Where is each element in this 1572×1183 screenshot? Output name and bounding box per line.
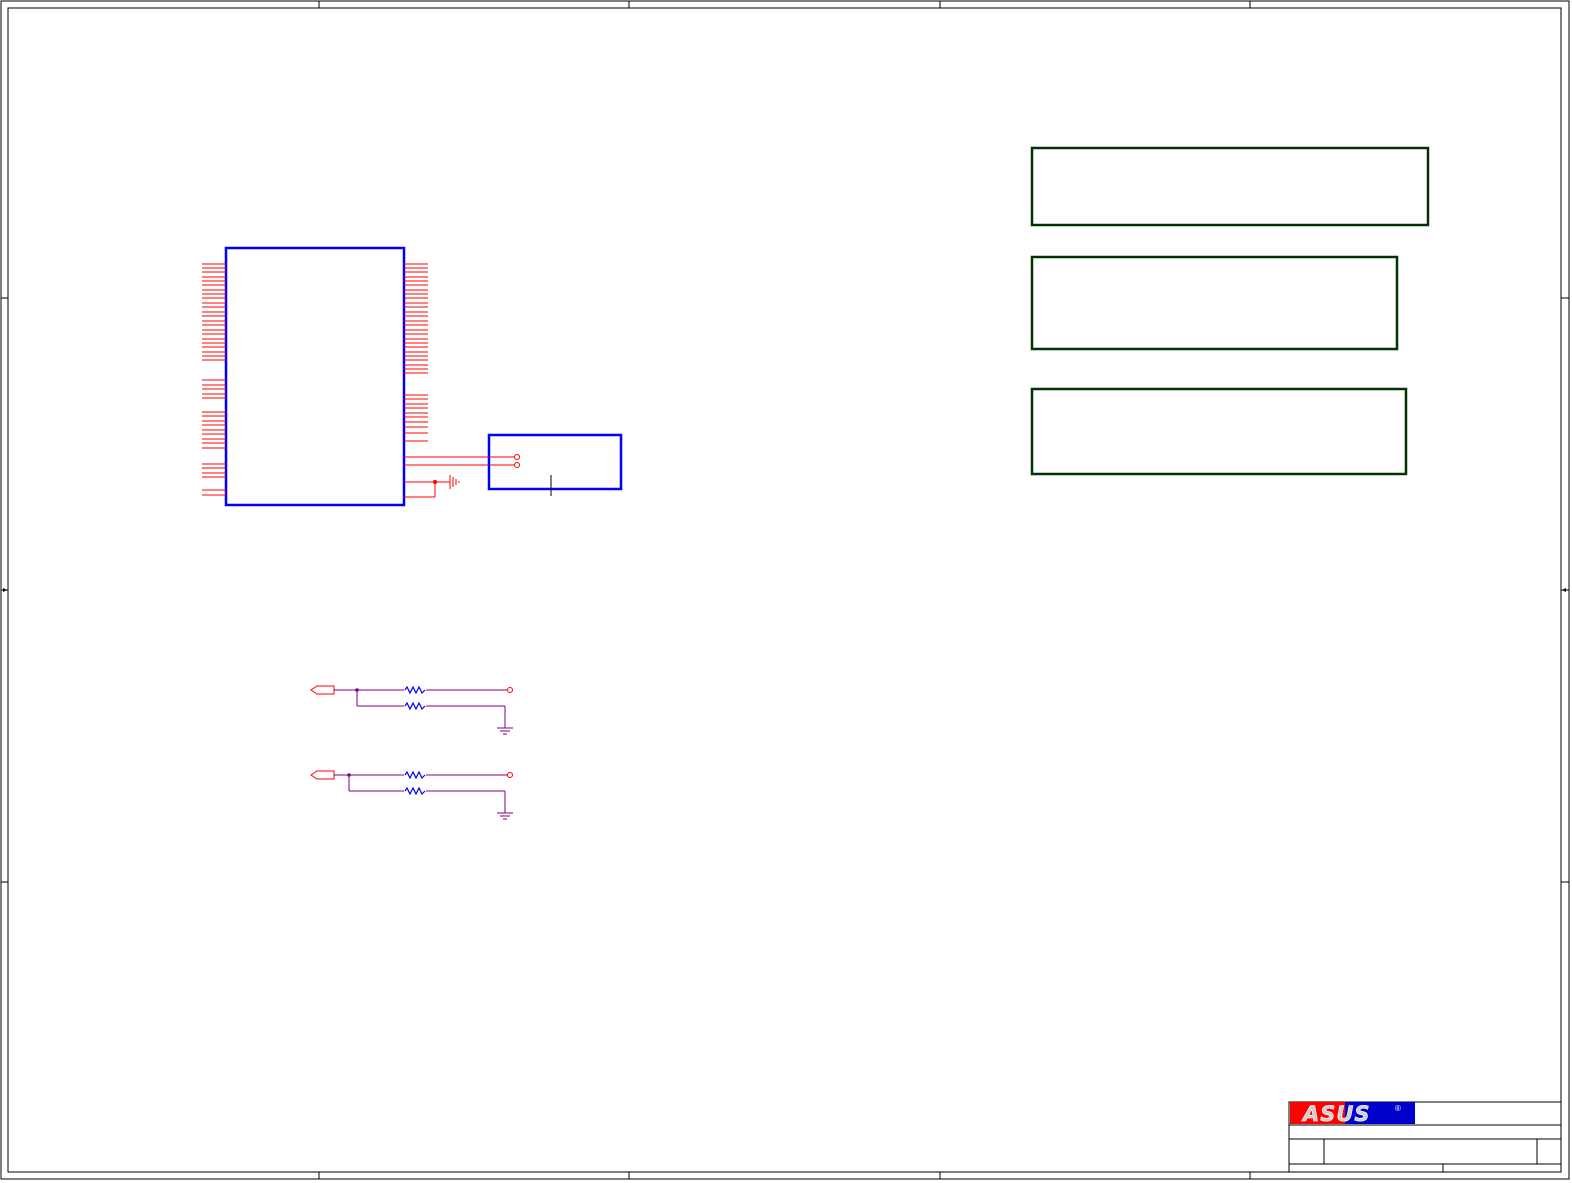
asus-logo: ASUS ® [1290, 1102, 1415, 1126]
resistor-icon [404, 786, 426, 796]
junction-dot [355, 688, 359, 692]
resistor-divider-2 [310, 770, 513, 820]
main-ic-right-pins [404, 263, 428, 442]
test-point-icon [514, 454, 520, 460]
note-box-1 [1030, 146, 1430, 227]
offpage-connector-icon [310, 770, 335, 780]
main-ic-left-pins [202, 263, 226, 496]
divider-wires [334, 774, 507, 813]
secondary-component-body [487, 433, 623, 491]
ground-symbol-icon [449, 475, 460, 489]
offpage-connector-icon [310, 685, 335, 695]
resistor-icon [404, 685, 426, 695]
test-point-icon [507, 772, 513, 778]
ground-symbol-icon [497, 812, 513, 820]
main-ic [202, 246, 460, 507]
junction-dot [347, 773, 351, 777]
signal-wires [404, 454, 520, 468]
schematic-sheet: ASUS ® [0, 0, 1570, 1180]
ground-symbol-icon [497, 727, 513, 735]
main-ic-body [224, 246, 406, 507]
zone-arrow-icon [3, 588, 1566, 592]
main-ic-ground-net [404, 479, 450, 498]
resistor-icon [404, 701, 426, 711]
resistor-icon [404, 770, 426, 780]
sheet-frame [0, 0, 1570, 1180]
logo-registered-mark: ® [1395, 1104, 1401, 1113]
resistor-divider-1 [310, 685, 513, 735]
note-box-3 [1030, 387, 1408, 476]
test-point-icon [514, 462, 520, 468]
logo-wordmark: ASUS [1301, 1102, 1371, 1126]
test-point-icon [507, 687, 513, 693]
divider-wires [334, 689, 507, 728]
note-box-2 [1030, 255, 1399, 351]
